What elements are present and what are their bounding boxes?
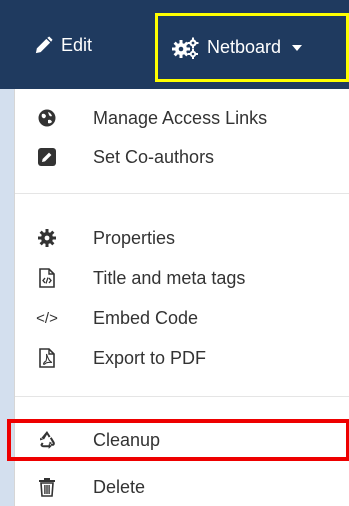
top-navbar: Edit Netboard bbox=[0, 0, 349, 89]
cogs-icon bbox=[172, 37, 199, 59]
edit-button[interactable]: Edit bbox=[34, 28, 92, 62]
menu-item-export-pdf[interactable]: Export to PDF bbox=[15, 341, 349, 375]
menu-item-label: Title and meta tags bbox=[93, 268, 246, 288]
trash-icon bbox=[37, 477, 57, 497]
page: Edit Netboard Manage Access Links Set Co… bbox=[0, 0, 349, 506]
menu-item-properties[interactable]: Properties bbox=[15, 221, 349, 255]
menu-item-label: Export to PDF bbox=[93, 348, 207, 368]
file-pdf-icon bbox=[37, 348, 57, 368]
menu-item-embed-code[interactable]: </> Embed Code bbox=[15, 301, 349, 335]
netboard-dropdown-menu: Manage Access Links Set Co-authors Prope… bbox=[7, 89, 349, 506]
menu-item-label: Embed Code bbox=[93, 308, 199, 328]
pencil-icon bbox=[35, 35, 53, 53]
menu-divider bbox=[15, 396, 349, 397]
caret-down-icon bbox=[292, 44, 303, 51]
netboard-label: Netboard bbox=[207, 37, 282, 57]
menu-item-cleanup[interactable]: Cleanup bbox=[7, 419, 349, 461]
menu-item-set-coauthors[interactable]: Set Co-authors bbox=[15, 140, 349, 174]
menu-divider bbox=[15, 193, 349, 194]
gear-icon bbox=[37, 228, 57, 248]
menu-item-label: Cleanup bbox=[93, 430, 161, 450]
menu-item-label: Delete bbox=[93, 477, 146, 497]
globe-icon bbox=[37, 108, 57, 128]
code-icon: </> bbox=[36, 309, 58, 327]
menu-item-delete[interactable]: Delete bbox=[15, 470, 349, 504]
recycle-icon bbox=[37, 430, 57, 450]
menu-item-label: Set Co-authors bbox=[93, 147, 215, 167]
netboard-dropdown-button[interactable]: Netboard bbox=[155, 13, 349, 82]
menu-item-label: Manage Access Links bbox=[93, 108, 268, 128]
file-code-icon bbox=[37, 268, 57, 288]
menu-item-title-meta-tags[interactable]: Title and meta tags bbox=[15, 261, 349, 295]
menu-item-manage-access-links[interactable]: Manage Access Links bbox=[15, 101, 349, 135]
edit-square-icon bbox=[37, 147, 57, 167]
menu-item-label: Properties bbox=[93, 228, 176, 248]
edit-label: Edit bbox=[61, 34, 93, 55]
